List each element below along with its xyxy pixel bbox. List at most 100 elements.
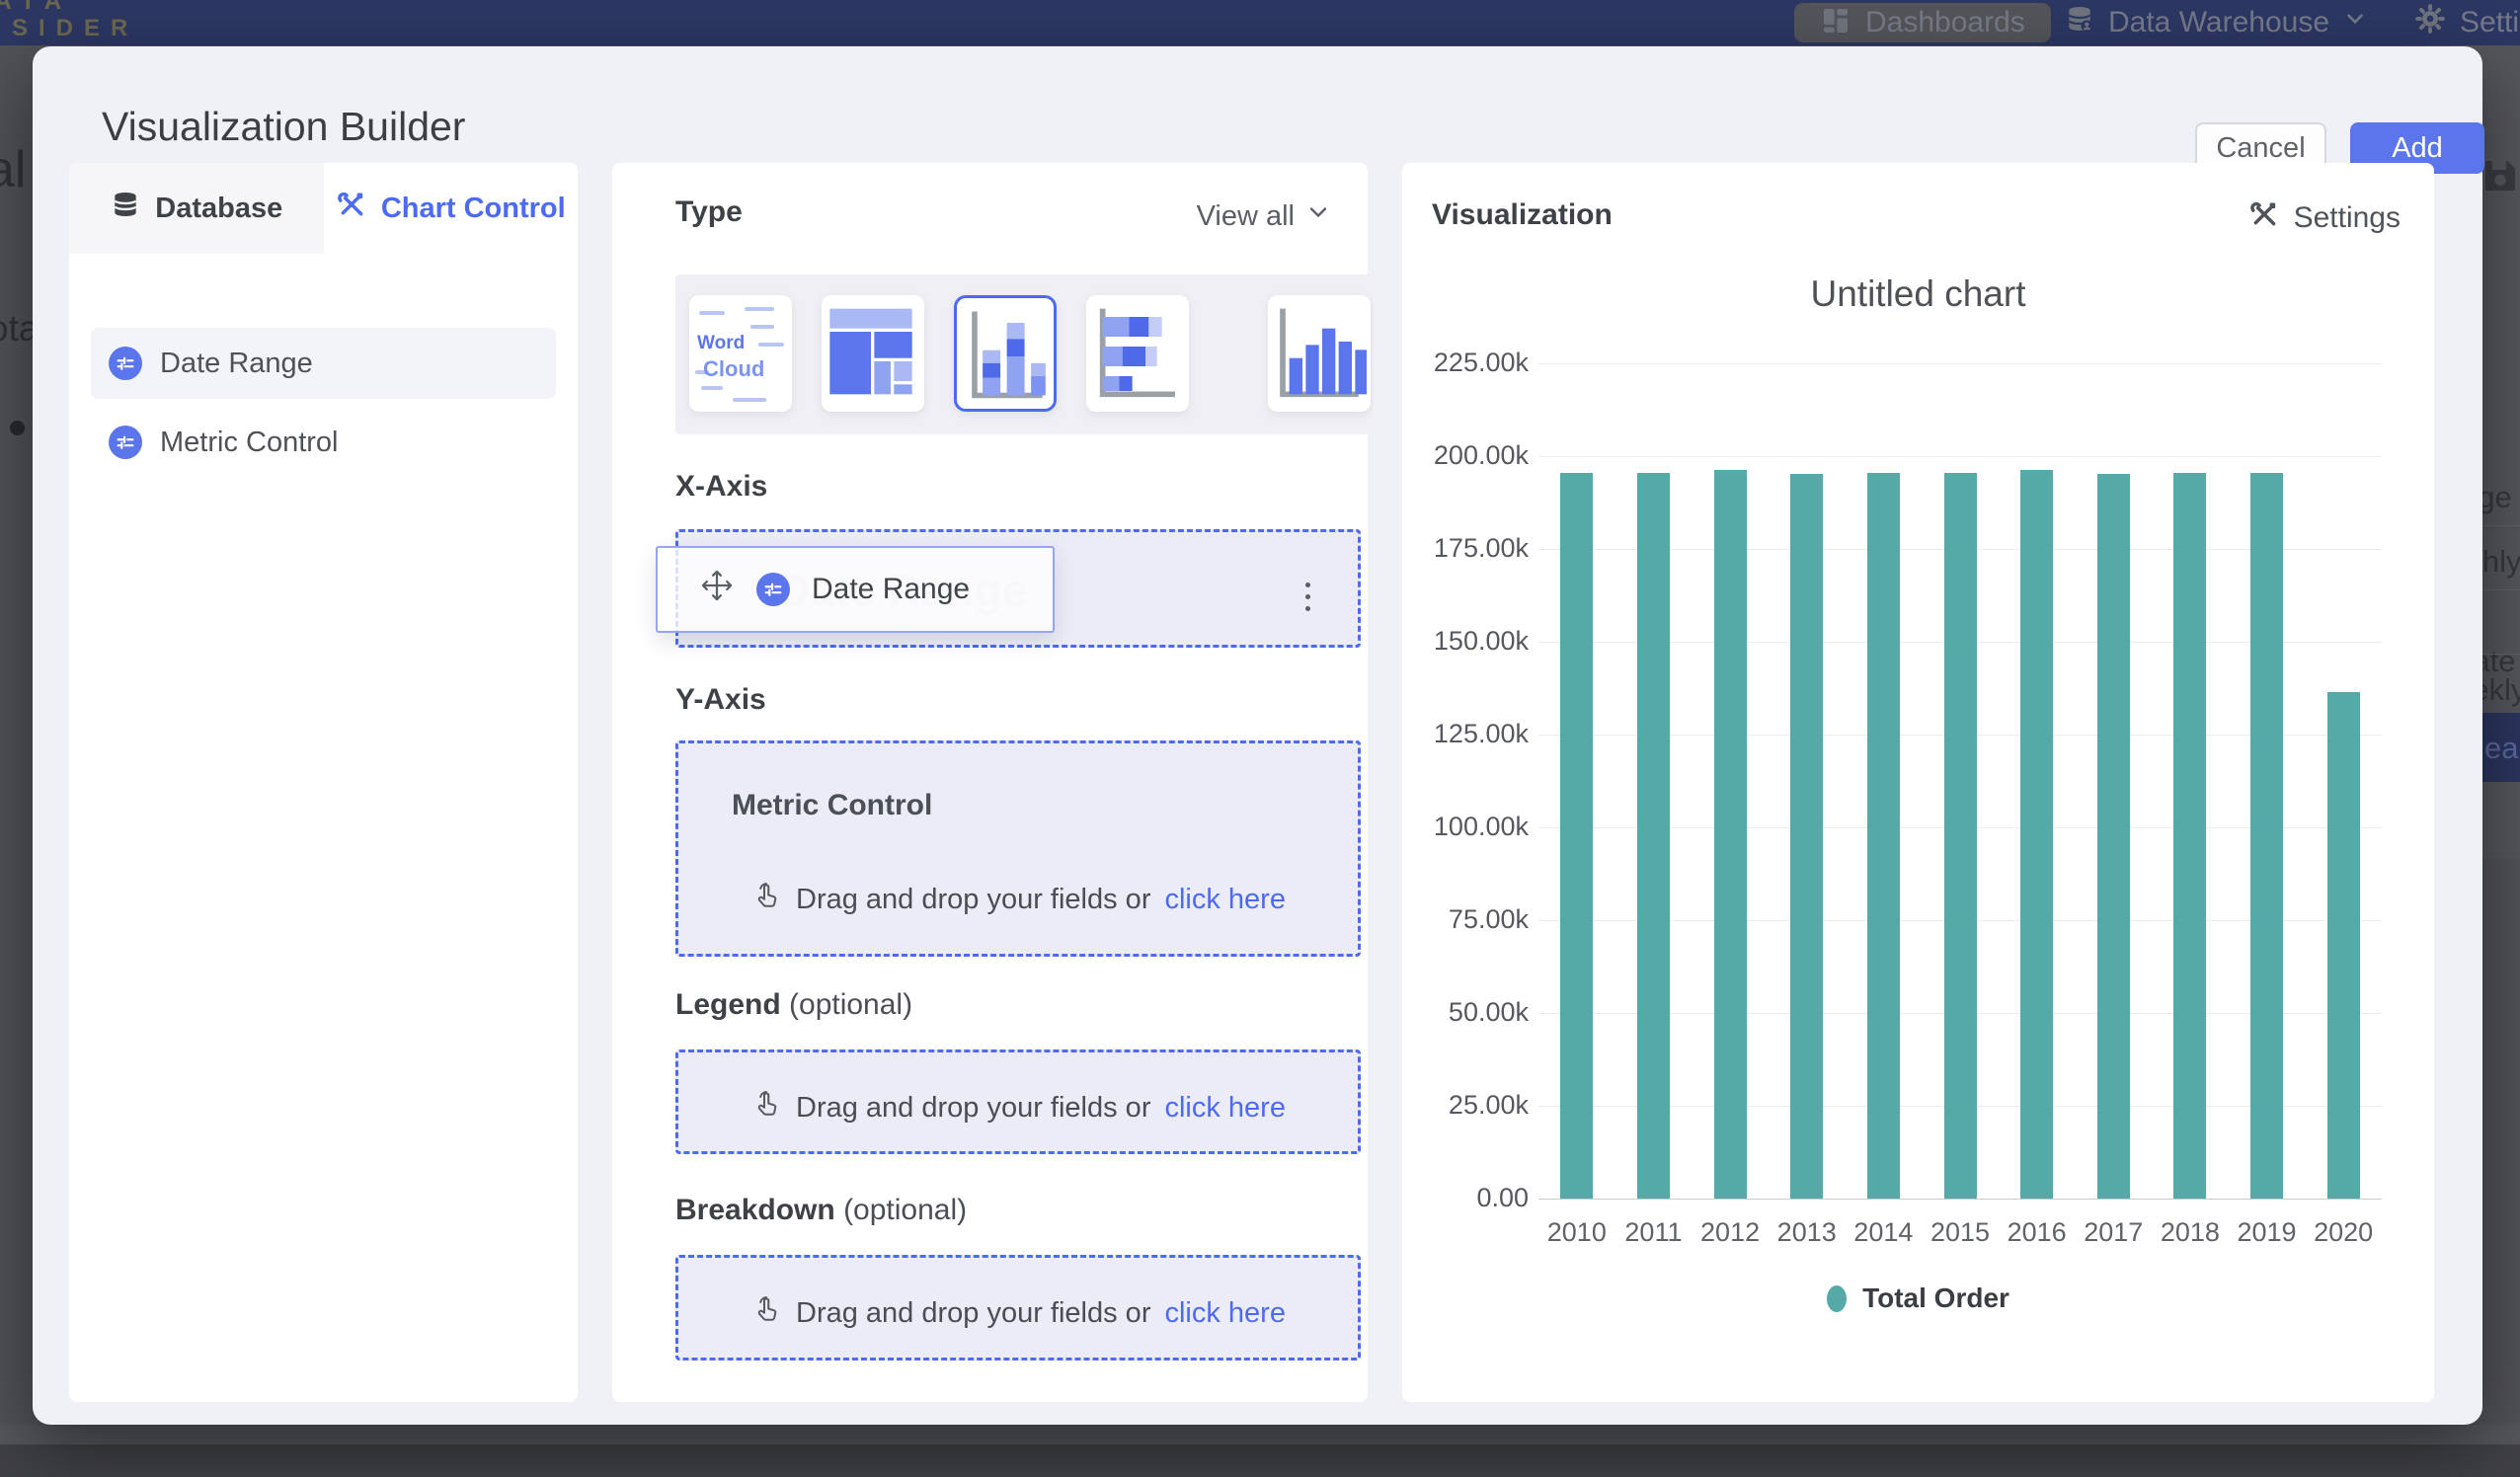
visualization-builder-modal: Visualization Builder Cancel Add Databas… bbox=[33, 46, 2482, 1425]
legend-heading-text: Legend bbox=[675, 988, 781, 1021]
tab-chart-control[interactable]: Chart Control bbox=[324, 163, 579, 254]
hand-click-icon bbox=[750, 880, 782, 919]
nav-settings[interactable]: Settings bbox=[2413, 0, 2520, 45]
horizontal-bar-icon bbox=[1086, 295, 1185, 408]
type-card-stacked-column[interactable] bbox=[954, 295, 1057, 412]
chart-type-strip: Word Cloud bbox=[675, 274, 1374, 434]
chart-x-axis: 2010201120122013201420152016201720182019… bbox=[1538, 1217, 2382, 1257]
click-here-link[interactable]: click here bbox=[1164, 1092, 1286, 1125]
x-tick-label: 2015 bbox=[1922, 1217, 1999, 1248]
drop-hint-text: Drag and drop your fields or bbox=[796, 1092, 1150, 1125]
y-tick-label: 225.00k bbox=[1402, 348, 1529, 378]
date-range-chip[interactable]: Date Range bbox=[656, 546, 1055, 633]
type-card-treemap[interactable] bbox=[822, 295, 924, 412]
type-card-column[interactable] bbox=[1268, 295, 1371, 412]
fields-panel-tabs: Database Chart Control bbox=[69, 163, 578, 254]
drop-hint: Drag and drop your fields or click here bbox=[678, 1088, 1358, 1127]
warehouse-database-icon bbox=[2064, 3, 2095, 42]
chip-label: Date Range bbox=[812, 573, 970, 606]
nav-data-warehouse[interactable]: Data Warehouse bbox=[2064, 0, 2368, 45]
legend-marker-icon bbox=[1827, 1285, 1847, 1312]
y-tick-label: 75.00k bbox=[1402, 904, 1529, 935]
x-tick-label: 2012 bbox=[1692, 1217, 1769, 1248]
fields-panel: Database Chart Control Date Range bbox=[69, 163, 578, 1402]
gridline bbox=[1538, 363, 2382, 364]
visualization-heading: Visualization bbox=[1432, 198, 1613, 232]
top-navbar: DATA INSIDER Dashboards Data Warehouse S… bbox=[0, 0, 2520, 45]
y-tick-label: 150.00k bbox=[1402, 626, 1529, 657]
y-tick-label: 25.00k bbox=[1402, 1090, 1529, 1121]
y-axis-zone-title: Metric Control bbox=[732, 789, 932, 822]
drop-hint: Drag and drop your fields or click here bbox=[678, 880, 1358, 919]
dashboards-grid-icon bbox=[1820, 5, 1851, 41]
backdrop-bottom-dark bbox=[0, 1444, 2520, 1477]
x-axis-heading: X-Axis bbox=[675, 470, 767, 504]
bar-2014 bbox=[1867, 473, 1900, 1199]
modal-title: Visualization Builder bbox=[102, 104, 465, 150]
y-axis-dropzone[interactable]: Metric Control Drag and drop your fields… bbox=[675, 740, 1361, 957]
y-tick-label: 200.00k bbox=[1402, 440, 1529, 471]
view-all-label: View all bbox=[1197, 200, 1295, 233]
nav-dashboards[interactable]: Dashboards bbox=[1794, 3, 2051, 42]
tools-icon bbox=[336, 189, 367, 228]
x-tick-label: 2014 bbox=[1846, 1217, 1923, 1248]
save-icon bbox=[2481, 156, 2520, 200]
field-item-label: Metric Control bbox=[160, 427, 339, 459]
field-item-label: Date Range bbox=[160, 348, 313, 380]
control-sliders-icon bbox=[109, 347, 142, 380]
tab-chart-control-label: Chart Control bbox=[381, 193, 566, 225]
x-tick-label: 2010 bbox=[1538, 1217, 1615, 1248]
click-here-link[interactable]: click here bbox=[1164, 884, 1286, 916]
database-icon bbox=[110, 189, 141, 228]
kebab-menu-icon[interactable] bbox=[1291, 573, 1324, 620]
word-cloud-icon: Word Cloud bbox=[689, 295, 792, 412]
stacked-column-icon bbox=[957, 298, 1054, 409]
breakdown-dropzone[interactable]: Drag and drop your fields or click here bbox=[675, 1255, 1361, 1360]
bar-2020 bbox=[2327, 692, 2360, 1199]
drop-hint-text: Drag and drop your fields or bbox=[796, 1297, 1150, 1330]
chart-settings-button[interactable]: Settings bbox=[2248, 198, 2401, 238]
legend-optional-text: (optional) bbox=[789, 988, 912, 1021]
gridline bbox=[1538, 1199, 2382, 1200]
column-chart-icon bbox=[1268, 295, 1367, 408]
y-tick-label: 125.00k bbox=[1402, 719, 1529, 749]
field-item-date-range[interactable]: Date Range bbox=[91, 328, 556, 399]
bar-2018 bbox=[2173, 473, 2206, 1199]
y-axis-heading: Y-Axis bbox=[675, 683, 766, 717]
drop-hint: Drag and drop your fields or click here bbox=[678, 1293, 1358, 1333]
chart-y-axis: 0.0025.00k50.00k75.00k100.00k125.00k150.… bbox=[1402, 363, 1529, 1199]
y-tick-label: 100.00k bbox=[1402, 812, 1529, 842]
field-item-metric-control[interactable]: Metric Control bbox=[91, 407, 556, 478]
gridline bbox=[1538, 456, 2382, 457]
x-tick-label: 2011 bbox=[1615, 1217, 1693, 1248]
move-icon bbox=[699, 568, 735, 611]
bar-2015 bbox=[1944, 473, 1977, 1199]
control-sliders-icon bbox=[756, 573, 790, 606]
view-all-dropdown[interactable]: View all bbox=[1197, 198, 1332, 234]
type-card-word-cloud[interactable]: Word Cloud bbox=[689, 295, 792, 412]
legend-heading: Legend (optional) bbox=[675, 988, 912, 1022]
y-tick-label: 50.00k bbox=[1402, 997, 1529, 1028]
page: DATA INSIDER Dashboards Data Warehouse S… bbox=[0, 0, 2520, 1477]
backdrop-bottom-band bbox=[0, 1425, 2520, 1444]
chart-settings-label: Settings bbox=[2294, 201, 2401, 235]
app-logo: DATA INSIDER bbox=[0, 0, 138, 41]
builder-panel: Type View all Word Cloud bbox=[612, 163, 1368, 1402]
chart-legend[interactable]: Total Order bbox=[1402, 1283, 2434, 1314]
control-sliders-icon bbox=[109, 426, 142, 459]
click-here-link[interactable]: click here bbox=[1164, 1297, 1286, 1330]
bar-2016 bbox=[2020, 470, 2053, 1199]
tab-database[interactable]: Database bbox=[69, 163, 324, 254]
backdrop-bullet bbox=[10, 421, 25, 435]
treemap-icon bbox=[822, 295, 920, 408]
breakdown-optional-text: (optional) bbox=[843, 1194, 967, 1226]
chevron-down-icon bbox=[1304, 198, 1332, 234]
logo-line-1: DATA bbox=[0, 0, 138, 15]
x-tick-label: 2019 bbox=[2229, 1217, 2306, 1248]
type-card-horizontal-bar[interactable] bbox=[1086, 295, 1189, 412]
tab-database-label: Database bbox=[155, 193, 282, 225]
drop-hint-text: Drag and drop your fields or bbox=[796, 884, 1150, 916]
nav-data-warehouse-label: Data Warehouse bbox=[2108, 6, 2329, 39]
legend-dropzone[interactable]: Drag and drop your fields or click here bbox=[675, 1049, 1361, 1154]
x-tick-label: 2016 bbox=[1999, 1217, 2076, 1248]
